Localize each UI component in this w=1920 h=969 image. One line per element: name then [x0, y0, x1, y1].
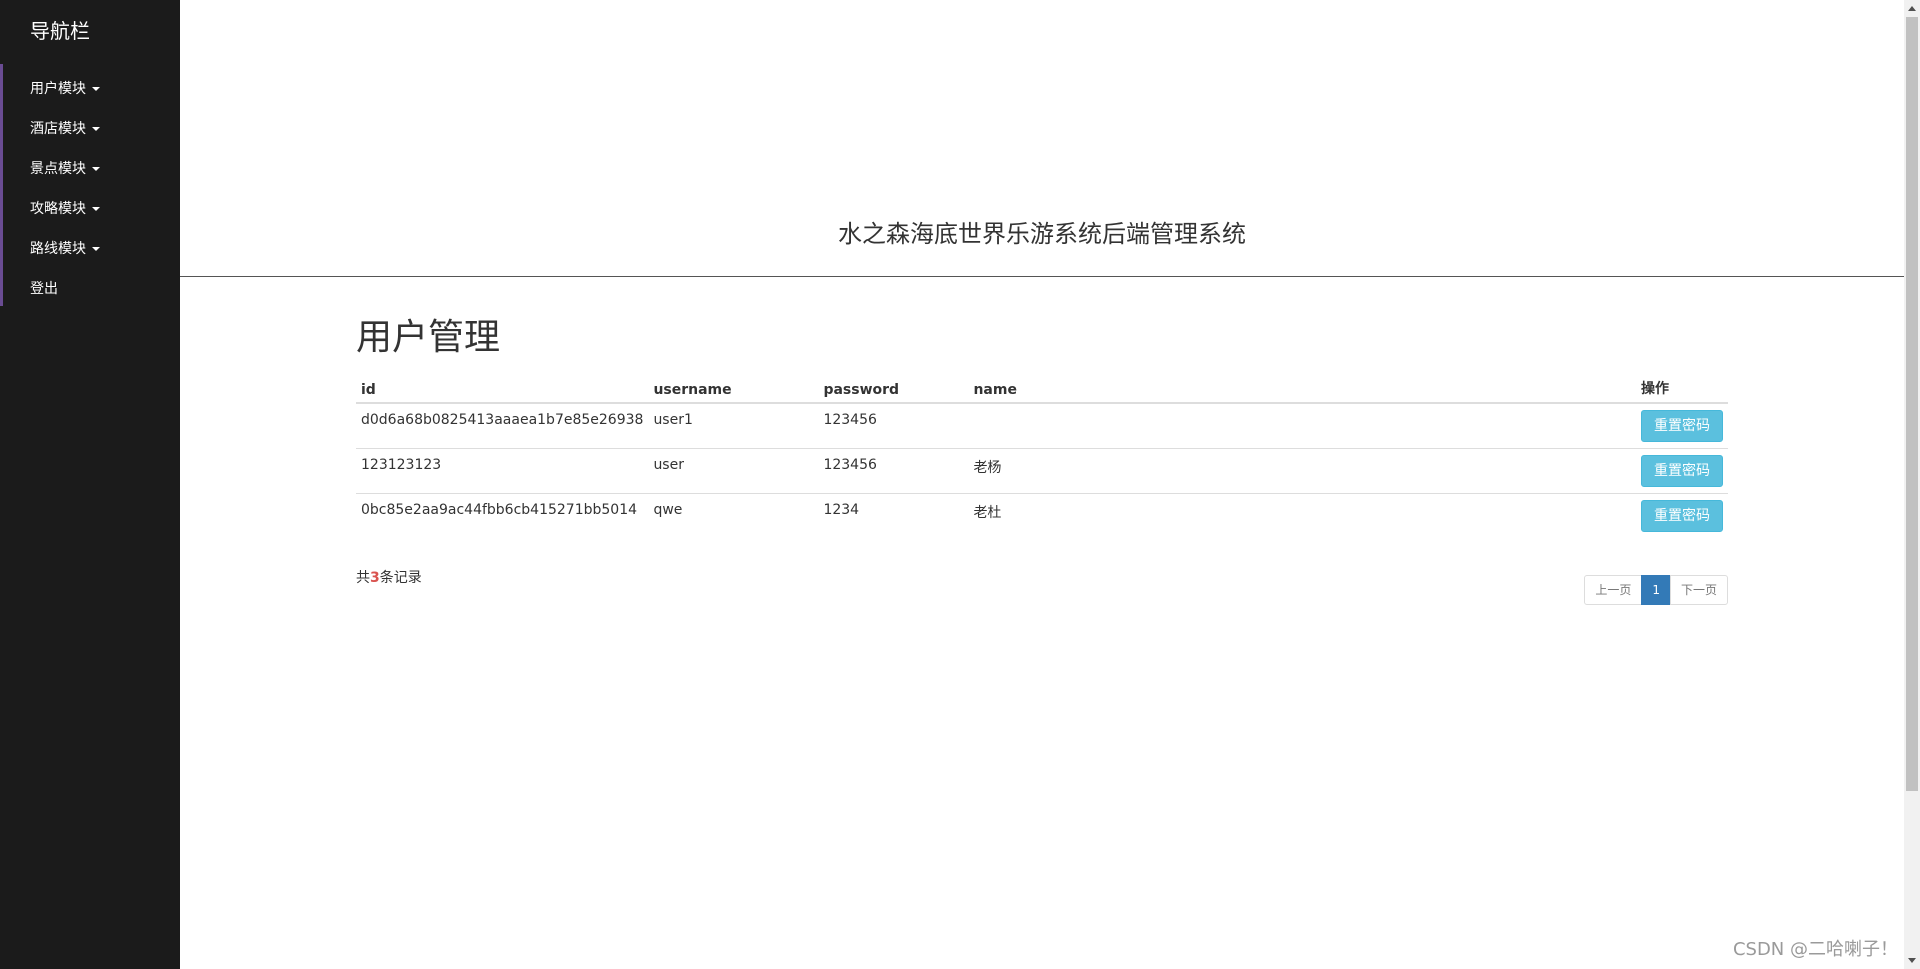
cell-username: qwe	[648, 493, 819, 539]
sidebar-item-logout[interactable]: 登出	[0, 270, 180, 310]
page-1-button[interactable]: 1	[1641, 574, 1671, 605]
column-header-actions: 操作	[1636, 374, 1728, 404]
watermark: CSDN @二哈喇子！	[1732, 939, 1898, 960]
sidebar-item-label: 用户模块	[30, 81, 86, 97]
cell-password: 123456	[818, 448, 969, 494]
caret-down-icon	[92, 87, 100, 91]
sidebar-item-label: 攻略模块	[30, 201, 86, 217]
vertical-scrollbar[interactable]	[1904, 0, 1920, 969]
main-area: 水之森海底世界乐游系统后端管理系统 用户管理 id username passw…	[180, 0, 1904, 969]
record-count-suffix: 条记录	[379, 569, 422, 586]
sidebar-item-scenic-module[interactable]: 景点模块	[0, 150, 180, 190]
caret-down-icon	[92, 207, 100, 211]
sidebar-item-label: 路线模块	[30, 241, 86, 257]
column-header-password: password	[818, 374, 969, 404]
cell-id: 123123123	[356, 448, 649, 494]
page-title: 用户管理	[356, 317, 501, 358]
table-footer: 共3条记录 上一页 1 下一页	[356, 565, 1728, 605]
content-panel: 用户管理 id username password name 操作 d0d6a6…	[356, 310, 1728, 605]
sidebar-item-route-module[interactable]: 路线模块	[0, 230, 180, 270]
sidebar-brand: 导航栏	[30, 19, 90, 43]
table-row: 0bc85e2aa9ac44fbb6cb415271bb5014 qwe 123…	[356, 493, 1728, 539]
reset-password-button[interactable]: 重置密码	[1641, 500, 1723, 532]
record-count: 共3条记录	[356, 567, 422, 587]
caret-down-icon	[92, 247, 100, 251]
next-page-button[interactable]: 下一页	[1669, 574, 1728, 605]
cell-id: d0d6a68b0825413aaaea1b7e85e26938	[356, 402, 649, 449]
scrollbar-thumb[interactable]	[1906, 17, 1918, 791]
scroll-down-arrow-icon[interactable]	[1908, 958, 1916, 963]
cell-username: user1	[648, 402, 819, 449]
reset-password-button[interactable]: 重置密码	[1641, 410, 1723, 442]
sidebar-item-label: 登出	[30, 281, 58, 297]
sidebar-nav: 用户模块 酒店模块 景点模块 攻略模块 路线模块 登出	[0, 70, 180, 310]
table-row: d0d6a68b0825413aaaea1b7e85e26938 user1 1…	[356, 402, 1728, 449]
sidebar: 导航栏 用户模块 酒店模块 景点模块 攻略模块 路线模块 登出	[0, 0, 180, 969]
caret-down-icon	[92, 167, 100, 171]
cell-name: 老杜	[968, 493, 1636, 539]
cell-name: 老杨	[968, 448, 1636, 494]
sidebar-item-user-module[interactable]: 用户模块	[0, 70, 180, 110]
sidebar-item-guide-module[interactable]: 攻略模块	[0, 190, 180, 230]
sidebar-item-label: 酒店模块	[30, 121, 86, 137]
cell-username: user	[648, 448, 819, 494]
record-count-number: 3	[370, 569, 380, 586]
header-divider	[180, 276, 1904, 277]
prev-page-button[interactable]: 上一页	[1584, 574, 1643, 605]
reset-password-button[interactable]: 重置密码	[1641, 455, 1723, 487]
cell-name	[968, 402, 1636, 449]
table-header-row: id username password name 操作	[356, 374, 1728, 404]
column-header-id: id	[356, 374, 649, 404]
record-count-prefix: 共	[356, 569, 370, 586]
scroll-up-arrow-icon[interactable]	[1908, 6, 1916, 11]
table-row: 123123123 user 123456 老杨 重置密码	[356, 448, 1728, 494]
users-table: id username password name 操作 d0d6a68b082…	[356, 374, 1728, 539]
cell-actions: 重置密码	[1636, 402, 1728, 449]
sidebar-item-label: 景点模块	[30, 161, 86, 177]
caret-down-icon	[92, 127, 100, 131]
column-header-username: username	[648, 374, 819, 404]
cell-id: 0bc85e2aa9ac44fbb6cb415271bb5014	[356, 493, 649, 539]
column-header-name: name	[968, 374, 1636, 404]
cell-password: 1234	[818, 493, 969, 539]
cell-actions: 重置密码	[1636, 448, 1728, 494]
pagination: 上一页 1 下一页	[1584, 574, 1728, 605]
system-title: 水之森海底世界乐游系统后端管理系统	[838, 220, 1246, 248]
cell-actions: 重置密码	[1636, 493, 1728, 539]
cell-password: 123456	[818, 402, 969, 449]
sidebar-item-hotel-module[interactable]: 酒店模块	[0, 110, 180, 150]
